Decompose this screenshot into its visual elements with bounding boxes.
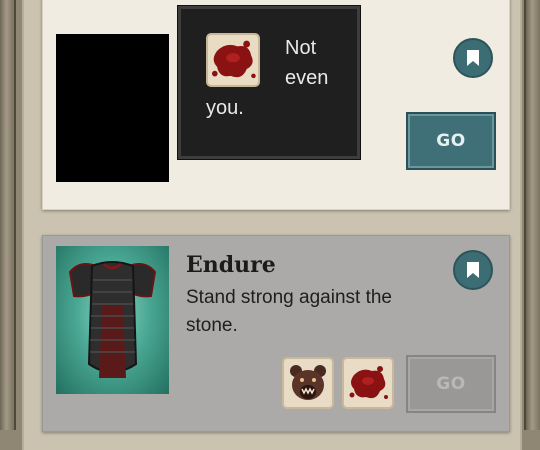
- right-frame-border: [524, 0, 540, 430]
- quest-thumbnail: [56, 34, 169, 182]
- skill-tooltip: Not even you.: [178, 6, 360, 159]
- left-frame-border: [0, 0, 16, 430]
- bookmark-button[interactable]: [453, 250, 493, 290]
- armor-icon: [68, 261, 157, 378]
- blood-splatter-icon: [349, 366, 388, 399]
- bookmark-icon: [467, 262, 479, 278]
- go-button-disabled[interactable]: GO: [406, 355, 496, 413]
- bookmark-button[interactable]: [453, 38, 493, 78]
- tooltip-text-line-2: even: [285, 67, 329, 89]
- bear-icon: [290, 365, 326, 400]
- tooltip-skill-icon: [206, 33, 260, 87]
- go-button[interactable]: GO: [406, 112, 496, 170]
- quest-card-endure[interactable]: Endure Stand strong against the stone. G…: [42, 235, 510, 432]
- quest-title: Endure: [186, 252, 276, 278]
- blood-splatter-icon: [211, 40, 256, 79]
- tooltip-text-line-1: Not: [285, 37, 317, 59]
- tooltip-text-line-3: you.: [206, 97, 244, 119]
- armor-thumbnail: [56, 246, 169, 394]
- bookmark-icon: [467, 50, 479, 66]
- quest-description: Stand strong against the stone.: [186, 287, 392, 336]
- skill-blood[interactable]: [342, 357, 394, 409]
- skill-bear[interactable]: [282, 357, 334, 409]
